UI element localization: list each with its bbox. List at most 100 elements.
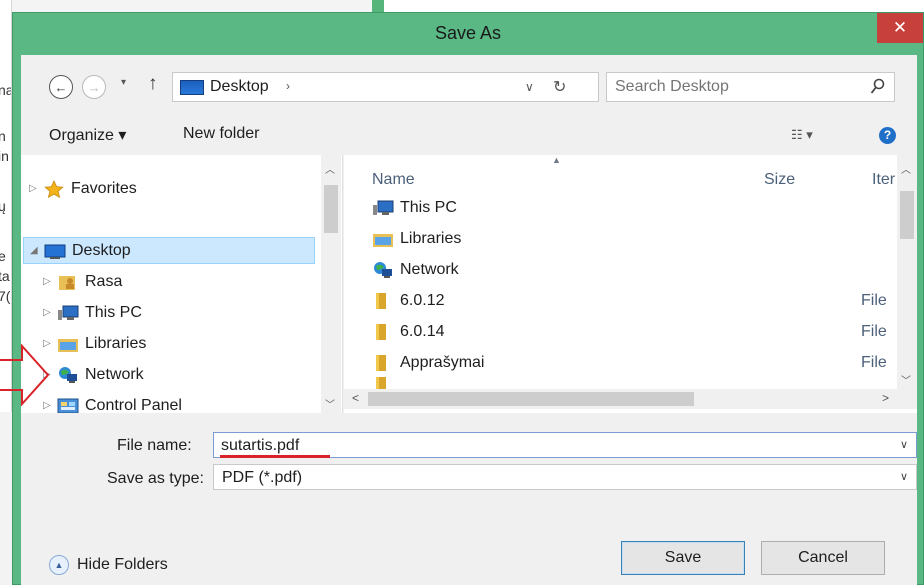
refresh-icon[interactable]: ↻ xyxy=(553,77,566,97)
breadcrumb-separator-icon[interactable]: › xyxy=(286,79,290,93)
expand-arrow-icon[interactable]: ▷ xyxy=(43,276,57,287)
libraries-icon xyxy=(58,338,78,352)
file-row[interactable]: Libraries xyxy=(372,226,461,252)
save-button[interactable]: Save xyxy=(621,541,745,575)
annotation-underline xyxy=(220,455,330,458)
hide-folders-button[interactable]: ▲ Hide Folders xyxy=(49,555,168,575)
organize-button[interactable]: Organize ▾ xyxy=(49,125,126,145)
file-type: File xyxy=(861,292,887,309)
address-dropdown-icon[interactable]: ∨ xyxy=(525,80,534,94)
change-view-icon[interactable]: ☷ ▾ xyxy=(791,127,813,143)
scroll-up-icon[interactable]: ︿ xyxy=(901,161,911,176)
background-green-bar xyxy=(372,0,384,12)
tree-item-desktop[interactable]: ◢ Desktop xyxy=(23,237,315,264)
file-list-horizontal-scrollbar[interactable]: < > xyxy=(344,389,917,409)
tree-item-label: Control Panel xyxy=(85,396,182,414)
background-text-fragment: e xyxy=(0,248,6,264)
tree-item-this-pc[interactable]: ▷ This PC xyxy=(43,299,313,326)
address-bar[interactable]: Desktop › ∨ ↻ xyxy=(172,72,599,102)
back-arrow-icon: ← xyxy=(54,79,68,95)
expand-arrow-icon[interactable]: ▷ xyxy=(29,183,43,194)
scroll-down-icon[interactable]: ﹀ xyxy=(325,396,335,411)
save-as-dialog: Save As ✕ ← → ▾ ↑ Desktop › ∨ ↻ Organize… xyxy=(12,12,924,585)
cancel-button[interactable]: Cancel xyxy=(761,541,885,575)
tree-item-label: Desktop xyxy=(72,241,131,259)
scroll-right-icon[interactable]: > xyxy=(882,391,889,405)
tree-item-label: This PC xyxy=(85,303,142,321)
column-header-name[interactable]: Name xyxy=(372,171,415,189)
breadcrumb-desktop[interactable]: Desktop xyxy=(210,78,269,96)
close-button[interactable]: ✕ xyxy=(877,13,923,43)
forward-button[interactable]: → xyxy=(82,75,106,99)
tree-item-libraries[interactable]: ▷ Libraries xyxy=(43,330,313,357)
libraries-icon xyxy=(373,234,393,247)
chevron-down-icon: ▾ xyxy=(121,77,127,88)
search-box[interactable] xyxy=(606,72,895,102)
network-icon xyxy=(59,366,77,383)
navigation-pane-scrollbar[interactable]: ︿ ﹀ xyxy=(321,155,341,413)
scroll-left-icon[interactable]: < xyxy=(352,391,359,405)
forward-arrow-icon: → xyxy=(87,79,101,95)
background-window-top-right xyxy=(384,0,924,12)
file-row[interactable]: This PC xyxy=(372,195,457,221)
folder-icon xyxy=(376,355,386,371)
file-type: File xyxy=(861,354,887,371)
file-row-partial[interactable] xyxy=(372,377,400,389)
up-arrow-icon: ↑ xyxy=(148,73,158,94)
new-folder-button[interactable]: New folder xyxy=(183,125,259,143)
background-text-fragment: ta xyxy=(0,268,10,284)
file-name-label: File name: xyxy=(117,437,192,454)
control-panel-icon xyxy=(57,398,79,413)
scrollbar-thumb[interactable] xyxy=(900,191,914,239)
computer-icon xyxy=(58,305,79,320)
save-as-type-value: PDF (*.pdf) xyxy=(222,469,303,486)
tree-item-control-panel[interactable]: ▷ Control Panel xyxy=(43,392,313,413)
scroll-up-icon[interactable]: ︿ xyxy=(325,161,335,176)
collapse-arrow-icon[interactable]: ◢ xyxy=(30,245,44,256)
file-name: Libraries xyxy=(400,230,462,247)
file-name-input[interactable] xyxy=(221,436,881,456)
column-header-type[interactable]: Iter xyxy=(872,171,895,189)
star-icon xyxy=(44,179,64,198)
navigation-pane: ▷ Favorites ◢ Desktop ▷ Rasa ▷ This PC ▷ xyxy=(21,155,343,413)
tree-item-favorites[interactable]: ▷ Favorites xyxy=(29,175,309,202)
scroll-down-icon[interactable]: ﹀ xyxy=(901,372,911,387)
background-text-fragment: 7( xyxy=(0,288,11,304)
tree-item-label: Favorites xyxy=(71,179,137,197)
recent-locations-dropdown[interactable]: ▾ xyxy=(121,77,126,88)
dialog-titlebar[interactable]: Save As ✕ xyxy=(13,13,923,55)
computer-icon xyxy=(373,200,394,215)
chevron-up-icon: ▲ xyxy=(49,555,69,575)
file-name: This PC xyxy=(400,199,457,216)
chevron-down-icon[interactable]: ∨ xyxy=(900,438,908,451)
background-text-fragment: ų xyxy=(0,198,6,214)
help-icon[interactable]: ? xyxy=(879,127,896,144)
tree-item-label: Network xyxy=(85,365,144,383)
search-icon[interactable] xyxy=(870,78,886,96)
scrollbar-thumb[interactable] xyxy=(368,392,694,406)
network-icon xyxy=(374,262,392,278)
annotation-arrow-icon xyxy=(0,344,50,406)
tree-item-label: Libraries xyxy=(85,334,147,352)
hide-folders-label: Hide Folders xyxy=(77,556,168,573)
file-row[interactable]: Apprašymai xyxy=(372,350,484,376)
background-text-fragment: na xyxy=(0,82,11,98)
tree-item-label: Rasa xyxy=(85,272,123,290)
file-row[interactable]: 6.0.14 xyxy=(372,319,444,345)
file-list-vertical-scrollbar[interactable]: ︿ ﹀ xyxy=(897,155,917,389)
file-row[interactable]: Network xyxy=(372,257,459,283)
expand-arrow-icon[interactable]: ▷ xyxy=(43,307,57,318)
up-button[interactable]: ↑ xyxy=(148,73,158,95)
chevron-down-icon[interactable]: ∨ xyxy=(900,470,908,483)
back-button[interactable]: ← xyxy=(49,75,73,99)
save-as-type-select[interactable]: PDF (*.pdf) ∨ xyxy=(213,464,917,490)
file-row[interactable]: 6.0.12 xyxy=(372,288,444,314)
folder-icon xyxy=(376,377,386,389)
tree-item-rasa[interactable]: ▷ Rasa xyxy=(43,268,313,295)
tree-item-network[interactable]: ▷ Network xyxy=(43,361,313,388)
file-name: 6.0.12 xyxy=(400,292,445,309)
scrollbar-thumb[interactable] xyxy=(324,185,338,233)
search-input[interactable] xyxy=(615,77,855,97)
background-text-fragment: in xyxy=(0,148,9,164)
column-header-size[interactable]: Size xyxy=(764,171,795,189)
